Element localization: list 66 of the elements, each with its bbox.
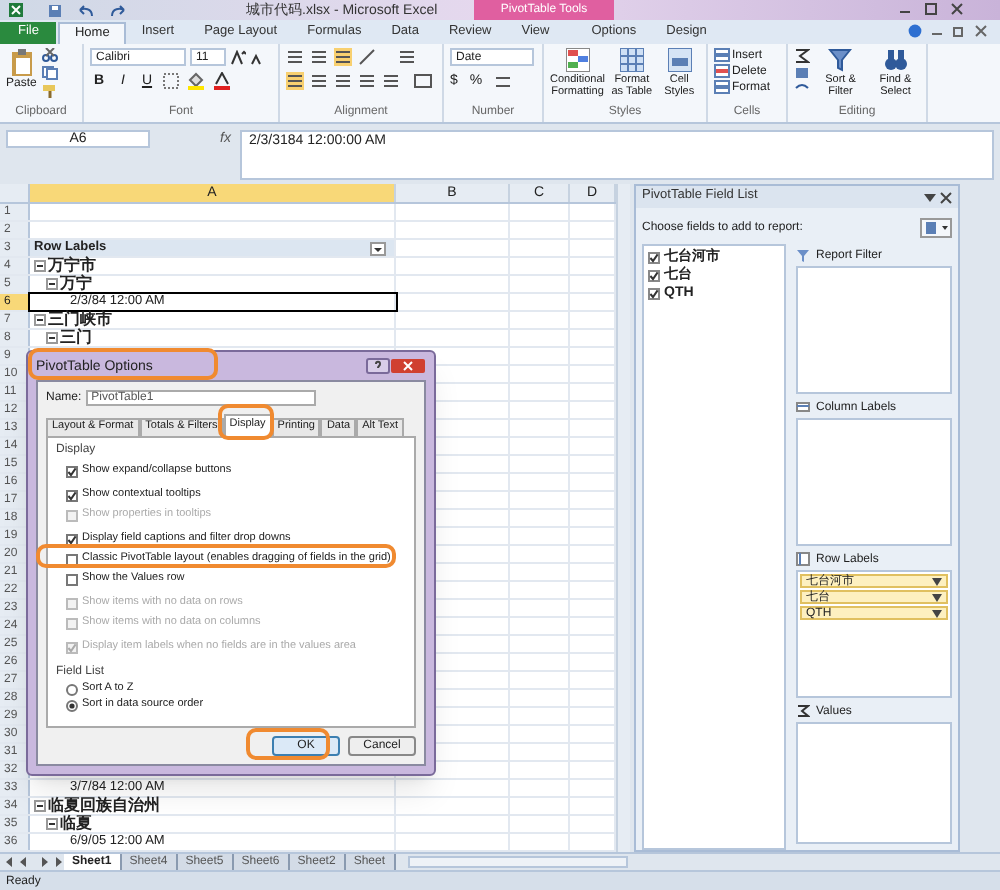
collapse-icon[interactable]: [34, 800, 46, 812]
table-grid-icon: [619, 48, 644, 72]
shrink-font-icon[interactable]: [250, 49, 266, 65]
format-cells-icon: [714, 80, 730, 94]
layout-dropdown-icon[interactable]: [920, 217, 952, 237]
vertical-scrollbar[interactable]: [616, 184, 630, 852]
radio-button[interactable]: [66, 700, 78, 712]
grow-font-icon[interactable]: [230, 49, 246, 65]
collapse-icon[interactable]: [46, 818, 58, 830]
checkbox[interactable]: [66, 554, 78, 566]
checkbox[interactable]: [648, 251, 660, 263]
checkbox[interactable]: [66, 574, 78, 586]
group-label-cell: 临夏: [60, 816, 92, 832]
horizontal-scrollbar[interactable]: [407, 856, 627, 868]
checkbox[interactable]: [66, 466, 78, 478]
group-label-cell: 三门峡市: [48, 312, 112, 328]
save-icon[interactable]: [48, 3, 62, 17]
dropdown-icon[interactable]: [370, 241, 386, 255]
group-label-cell: 临夏回族自治州: [48, 798, 160, 814]
close-icon[interactable]: [940, 191, 952, 203]
decrease-indent-icon[interactable]: [358, 72, 376, 90]
delete-rows-icon: [714, 64, 730, 78]
maximize-icon[interactable]: [924, 2, 938, 16]
annotation-outline: [246, 728, 330, 760]
align-top-icon[interactable]: [286, 48, 304, 66]
funnel-icon: [796, 248, 810, 262]
wrap-text-icon[interactable]: [398, 48, 416, 66]
dropdown-icon[interactable]: [924, 191, 936, 203]
funnel-icon: [828, 48, 853, 72]
redo-icon[interactable]: [110, 3, 126, 17]
align-left-icon[interactable]: [286, 72, 304, 90]
cell-styles-icon: [667, 48, 692, 72]
checkbox[interactable]: [66, 534, 78, 546]
scissors-icon[interactable]: [42, 48, 59, 62]
collapse-icon[interactable]: [46, 332, 58, 344]
close-icon[interactable]: [974, 24, 988, 38]
align-bottom-icon[interactable]: [334, 48, 352, 66]
group-label-cell: 万宁市: [48, 258, 96, 274]
checkbox[interactable]: [648, 287, 660, 299]
collapse-icon[interactable]: [34, 260, 46, 272]
checkbox[interactable]: [66, 490, 78, 502]
copy-icon[interactable]: [42, 66, 59, 80]
group-label-cell: 三门: [60, 330, 92, 346]
border-icon[interactable]: [162, 72, 180, 90]
close-icon[interactable]: [390, 358, 426, 374]
close-icon[interactable]: [950, 2, 964, 16]
radio-button[interactable]: [66, 684, 78, 696]
group-label-cell: 万宁: [60, 276, 92, 292]
row-area-icon: [796, 552, 810, 566]
align-right-icon[interactable]: [334, 72, 352, 90]
checkbox[interactable]: [648, 269, 660, 281]
collapse-icon[interactable]: [34, 314, 46, 326]
align-middle-icon[interactable]: [310, 48, 328, 66]
binoculars-icon: [883, 48, 908, 72]
fill-color-icon[interactable]: [186, 72, 206, 90]
restore-icon[interactable]: [952, 24, 966, 38]
annotation-outline: [218, 404, 274, 440]
undo-icon[interactable]: [78, 3, 94, 17]
collapse-icon[interactable]: [46, 278, 58, 290]
merge-icon[interactable]: [414, 72, 432, 90]
excel-logo-icon: [8, 2, 24, 18]
sheet-navigation-icon[interactable]: [4, 856, 64, 868]
column-area-icon: [796, 400, 810, 414]
increase-indent-icon[interactable]: [382, 72, 400, 90]
font-color-icon[interactable]: [212, 72, 232, 90]
align-center-icon[interactable]: [310, 72, 328, 90]
